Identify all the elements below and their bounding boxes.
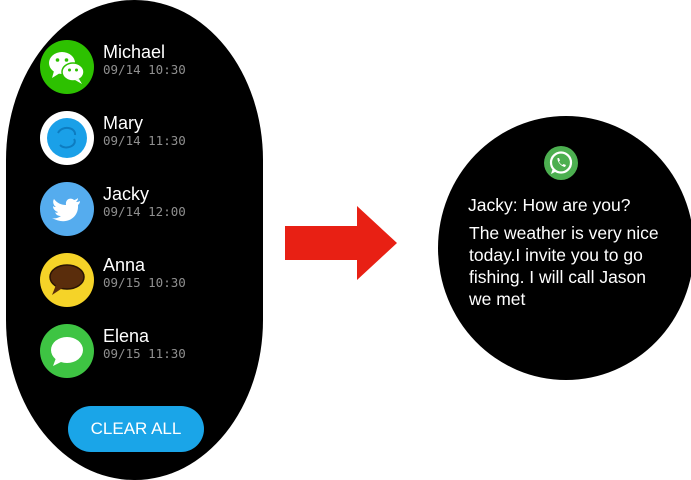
right-arrow-icon [285,206,397,280]
wechat-icon [40,40,94,94]
contact-name: Elena [103,326,150,346]
skype-icon [40,111,94,165]
notification-list-screen: Michael 09/14 10:30 Mary 09/14 11:30 Jac… [6,0,263,480]
whatsapp-icon [544,146,578,180]
twitter-icon [40,182,94,236]
contact-name: Anna [103,255,146,275]
message-body: The weather is very nice today.I invite … [469,223,659,309]
clear-all-button[interactable]: CLEAR ALL [68,406,204,452]
notification-item-jacky[interactable]: Jacky 09/14 12:00 [40,182,240,238]
chat-bubble-icon [40,253,94,307]
notification-time: 09/15 11:30 [103,346,186,361]
notification-time: 09/14 10:30 [103,62,186,77]
message-detail-screen: Jacky: How are you? The weather is very … [438,116,691,380]
notification-time: 09/14 12:00 [103,204,186,219]
notification-item-michael[interactable]: Michael 09/14 10:30 [40,40,240,96]
message-sender: Jacky: How are you? [468,195,631,215]
notification-item-anna[interactable]: Anna 09/15 10:30 [40,253,240,309]
notification-item-elena[interactable]: Elena 09/15 11:30 [40,324,240,380]
notification-time: 09/15 10:30 [103,275,186,290]
notification-item-mary[interactable]: Mary 09/14 11:30 [40,111,240,167]
contact-name: Jacky [103,184,150,204]
contact-name: Mary [103,113,143,133]
contact-name: Michael [103,42,166,62]
notification-time: 09/14 11:30 [103,133,186,148]
messages-icon [40,324,94,378]
